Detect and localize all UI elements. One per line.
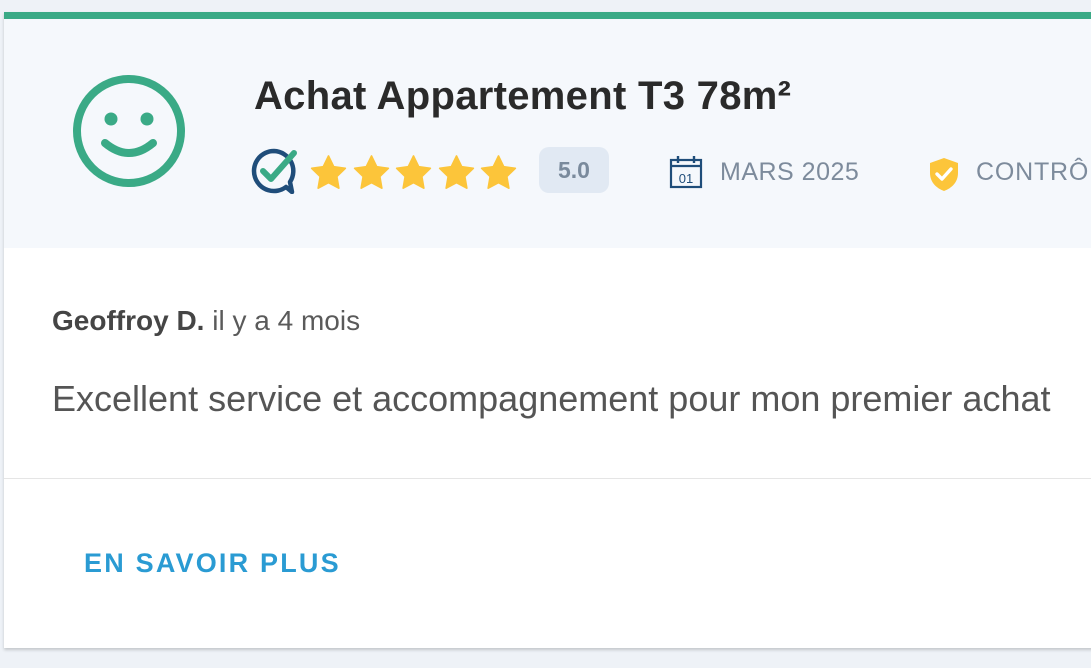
review-title: Achat Appartement T3 78m² [254, 74, 792, 118]
en-savoir-plus-link[interactable]: EN SAVOIR PLUS [84, 548, 341, 579]
review-date: MARS 2025 [720, 158, 860, 186]
calendar-day: 01 [679, 171, 693, 186]
review-meta: 5.0 01 MARS 2025 CONTRÔL [250, 147, 1091, 199]
author-name: Geoffroy D. [52, 305, 205, 336]
shield-check-icon [930, 158, 958, 191]
star-rating [308, 153, 521, 193]
verification-label: CONTRÔL [976, 158, 1091, 186]
calendar-icon: 01 [669, 156, 703, 189]
star-icon [310, 155, 347, 190]
star-icon [395, 155, 432, 190]
rating-badge: 5.0 [539, 147, 609, 193]
review-card: Achat Appartement T3 78m² 5.0 01 MARS 20… [4, 12, 1091, 648]
review-author-line: Geoffroy D. il y a 4 mois [52, 305, 360, 337]
divider [4, 478, 1091, 479]
star-icon [480, 155, 517, 190]
accent-bar [4, 12, 1091, 19]
star-icon [353, 155, 389, 190]
smiley-icon [73, 75, 185, 187]
review-time: il y a 4 mois [212, 305, 361, 336]
review-comment: Excellent service et accompagnement pour… [52, 378, 1051, 419]
star-icon [438, 155, 474, 190]
verified-review-icon [251, 148, 297, 194]
review-header: Achat Appartement T3 78m² 5.0 01 MARS 20… [4, 19, 1091, 248]
